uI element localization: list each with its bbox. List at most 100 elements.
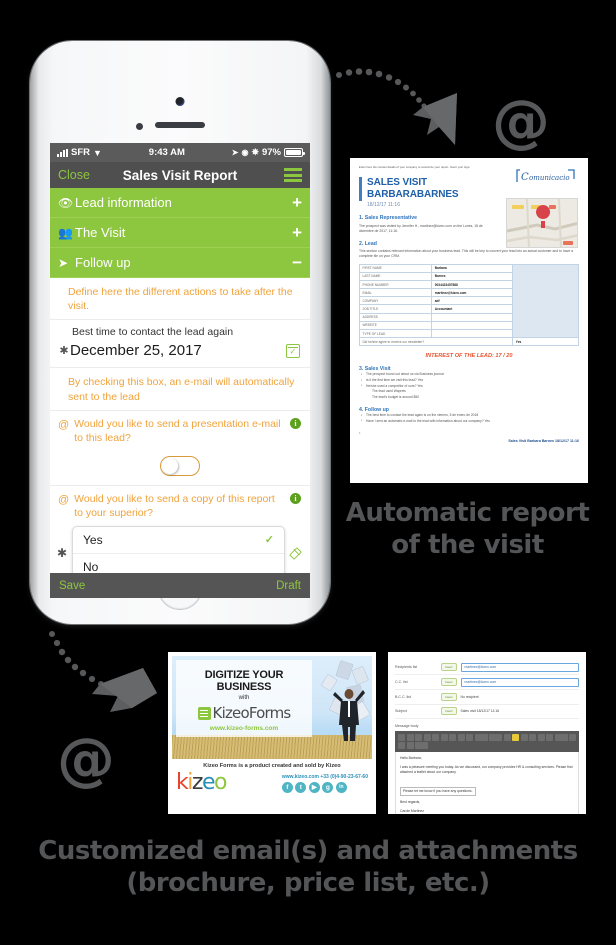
indent-icon[interactable] <box>537 733 545 741</box>
email-field-value[interactable]: martinez@kizeo.com <box>460 677 579 687</box>
alarm-icon: ◉ <box>241 148 249 157</box>
save-button[interactable]: Save <box>59 580 85 592</box>
table-key: PHONE NUMBER <box>358 279 433 290</box>
date-value[interactable]: December 25, 2017 <box>70 342 286 359</box>
signal-strength-icon <box>57 148 68 157</box>
draft-button[interactable]: Draft <box>276 580 301 592</box>
linkedin-icon[interactable]: in <box>335 781 347 793</box>
align-right-icon[interactable] <box>466 733 473 741</box>
rich-text-toolbar <box>395 730 579 753</box>
font-family-select[interactable] <box>474 733 488 741</box>
image-icon[interactable] <box>569 733 576 741</box>
location-arrow-icon: ➤ <box>231 148 239 157</box>
highlight-color-icon[interactable] <box>512 733 519 741</box>
kizeo-forms-wordmark: KizeoForms <box>212 704 292 722</box>
table-value <box>431 312 514 322</box>
email-field-label: B.C.C. list <box>395 694 411 699</box>
section-lead-information[interactable]: 👁 Lead information + <box>50 188 310 218</box>
date-field-row[interactable]: ✱ December 25, 2017 <box>50 341 310 369</box>
info-icon[interactable]: i <box>290 417 301 429</box>
fullscreen-icon[interactable] <box>415 742 428 750</box>
email-signoff: Best regards, <box>400 799 421 804</box>
youtube-icon[interactable]: ▶ <box>308 781 320 793</box>
share-arrow-icon: ➤ <box>58 255 69 270</box>
table-key: COMPANY <box>358 296 433 306</box>
table-icon[interactable] <box>398 742 405 750</box>
hamburger-menu-icon[interactable] <box>284 168 302 182</box>
list-bullet-icon[interactable] <box>520 733 528 741</box>
table-row: FIRST NAME Barbara <box>358 263 579 339</box>
form-body: Define here the different actions to tak… <box>50 278 310 581</box>
table-key: LAST NAME <box>358 271 433 281</box>
info-icon[interactable]: i <box>290 492 301 504</box>
caption-line1: Customized email(s) and attachments <box>38 836 578 866</box>
businessman-photo <box>333 689 365 741</box>
font-size-select[interactable] <box>489 733 502 741</box>
align-left-icon[interactable] <box>449 733 456 741</box>
email-body-editor[interactable]: Hello Barbara, I was a pleasure meeting … <box>395 752 579 814</box>
status-bar: SFR ▼ 9:43 AM ➤ ◉ ✵ 97% <box>50 143 310 162</box>
brochure-text-panel: DIGITIZE YOUR BUSINESS with KizeoForms w… <box>176 660 312 737</box>
print-icon[interactable] <box>415 733 422 741</box>
insert-button[interactable]: Insert <box>441 692 457 701</box>
field-label-best-time: Best time to contact the lead again <box>72 326 234 339</box>
action-bar: Save Draft <box>50 573 310 598</box>
outdent-icon[interactable] <box>546 733 553 741</box>
expand-toggle[interactable]: + <box>292 224 302 241</box>
list-number-icon[interactable] <box>529 733 536 741</box>
app-navigation-bar: Close Sales Visit Report <box>50 162 310 188</box>
email-greeting: Hello Barbara, <box>400 756 422 761</box>
bold-icon[interactable] <box>423 733 431 741</box>
google-plus-icon[interactable]: g <box>322 781 334 793</box>
section-the-visit[interactable]: 👥 The Visit + <box>50 218 310 248</box>
underline-icon[interactable] <box>440 733 448 741</box>
help-text-block-2: By checking this box, an e-mail will aut… <box>50 368 310 411</box>
calendar-icon[interactable] <box>286 343 300 358</box>
brochure-url: www.kizeo-forms.com <box>209 725 279 732</box>
email-composer-screenshot: Recipients list Insert martinez@kizeo.com C… <box>388 652 586 814</box>
eye-icon: 👁 <box>58 195 74 210</box>
table-value: Barnes <box>431 271 514 281</box>
twitter-icon[interactable]: t <box>295 781 307 793</box>
table-key: WEBSITE <box>358 320 433 331</box>
bluetooth-icon: ✵ <box>251 147 259 157</box>
facebook-icon[interactable]: f <box>281 781 293 793</box>
insert-button[interactable]: Insert <box>441 707 457 716</box>
insert-button[interactable]: Insert <box>441 678 457 687</box>
close-button[interactable]: Close <box>58 168 90 182</box>
eraser-icon[interactable] <box>289 546 304 561</box>
at-icon: @ <box>58 493 70 506</box>
text-color-icon[interactable] <box>503 733 511 741</box>
at-symbol-bottom: @ <box>57 725 115 793</box>
align-center-icon[interactable] <box>457 733 465 741</box>
arrow-to-report-icon <box>336 68 457 145</box>
people-icon: 👥 <box>58 225 73 240</box>
expand-toggle[interactable]: + <box>292 194 302 211</box>
italic-icon[interactable] <box>432 733 439 741</box>
section-follow-up[interactable]: ➤ Follow up − <box>50 248 310 278</box>
dropdown-option-yes[interactable]: Yes ✓ <box>73 527 284 554</box>
table-key: TYPE OF LEAD <box>358 329 433 339</box>
caption-automatic-report: Automatic report of the visit <box>335 498 600 561</box>
undo-icon[interactable] <box>398 733 405 741</box>
insert-button[interactable]: Insert <box>441 663 457 672</box>
map-thumbnail <box>506 198 578 248</box>
toggle-knob <box>162 457 178 474</box>
email-field-value[interactable]: martinez@kizeo.com <box>460 662 579 672</box>
report-footer: Sales Visit Barbara Barnes 18/12/17 11:1… <box>508 438 579 443</box>
brochure-attachment: DIGITIZE YOUR BUSINESS with KizeoForms w… <box>168 652 376 814</box>
email-field-value[interactable]: No recipient <box>461 695 579 699</box>
email-field-value[interactable]: Sales visit 18/12/17 11:16 <box>461 709 579 713</box>
section-label: Lead information <box>75 195 172 210</box>
redo-icon[interactable] <box>406 733 414 741</box>
link-icon[interactable] <box>554 733 568 741</box>
newsletter-question: Did he/she agree to receive our newslett… <box>358 337 514 347</box>
presentation-email-toggle[interactable] <box>160 455 200 476</box>
source-icon[interactable] <box>406 742 414 750</box>
collapse-toggle[interactable]: − <box>292 254 302 271</box>
battery-percent: 97% <box>261 147 281 158</box>
svg-text:C: C <box>521 172 529 183</box>
brochure-footer: kizeo www.kizeo.com +33 (0)4-90-23-67-60… <box>172 772 372 794</box>
section-label: Follow up <box>75 255 131 270</box>
table-key: FIRST NAME <box>358 263 433 273</box>
